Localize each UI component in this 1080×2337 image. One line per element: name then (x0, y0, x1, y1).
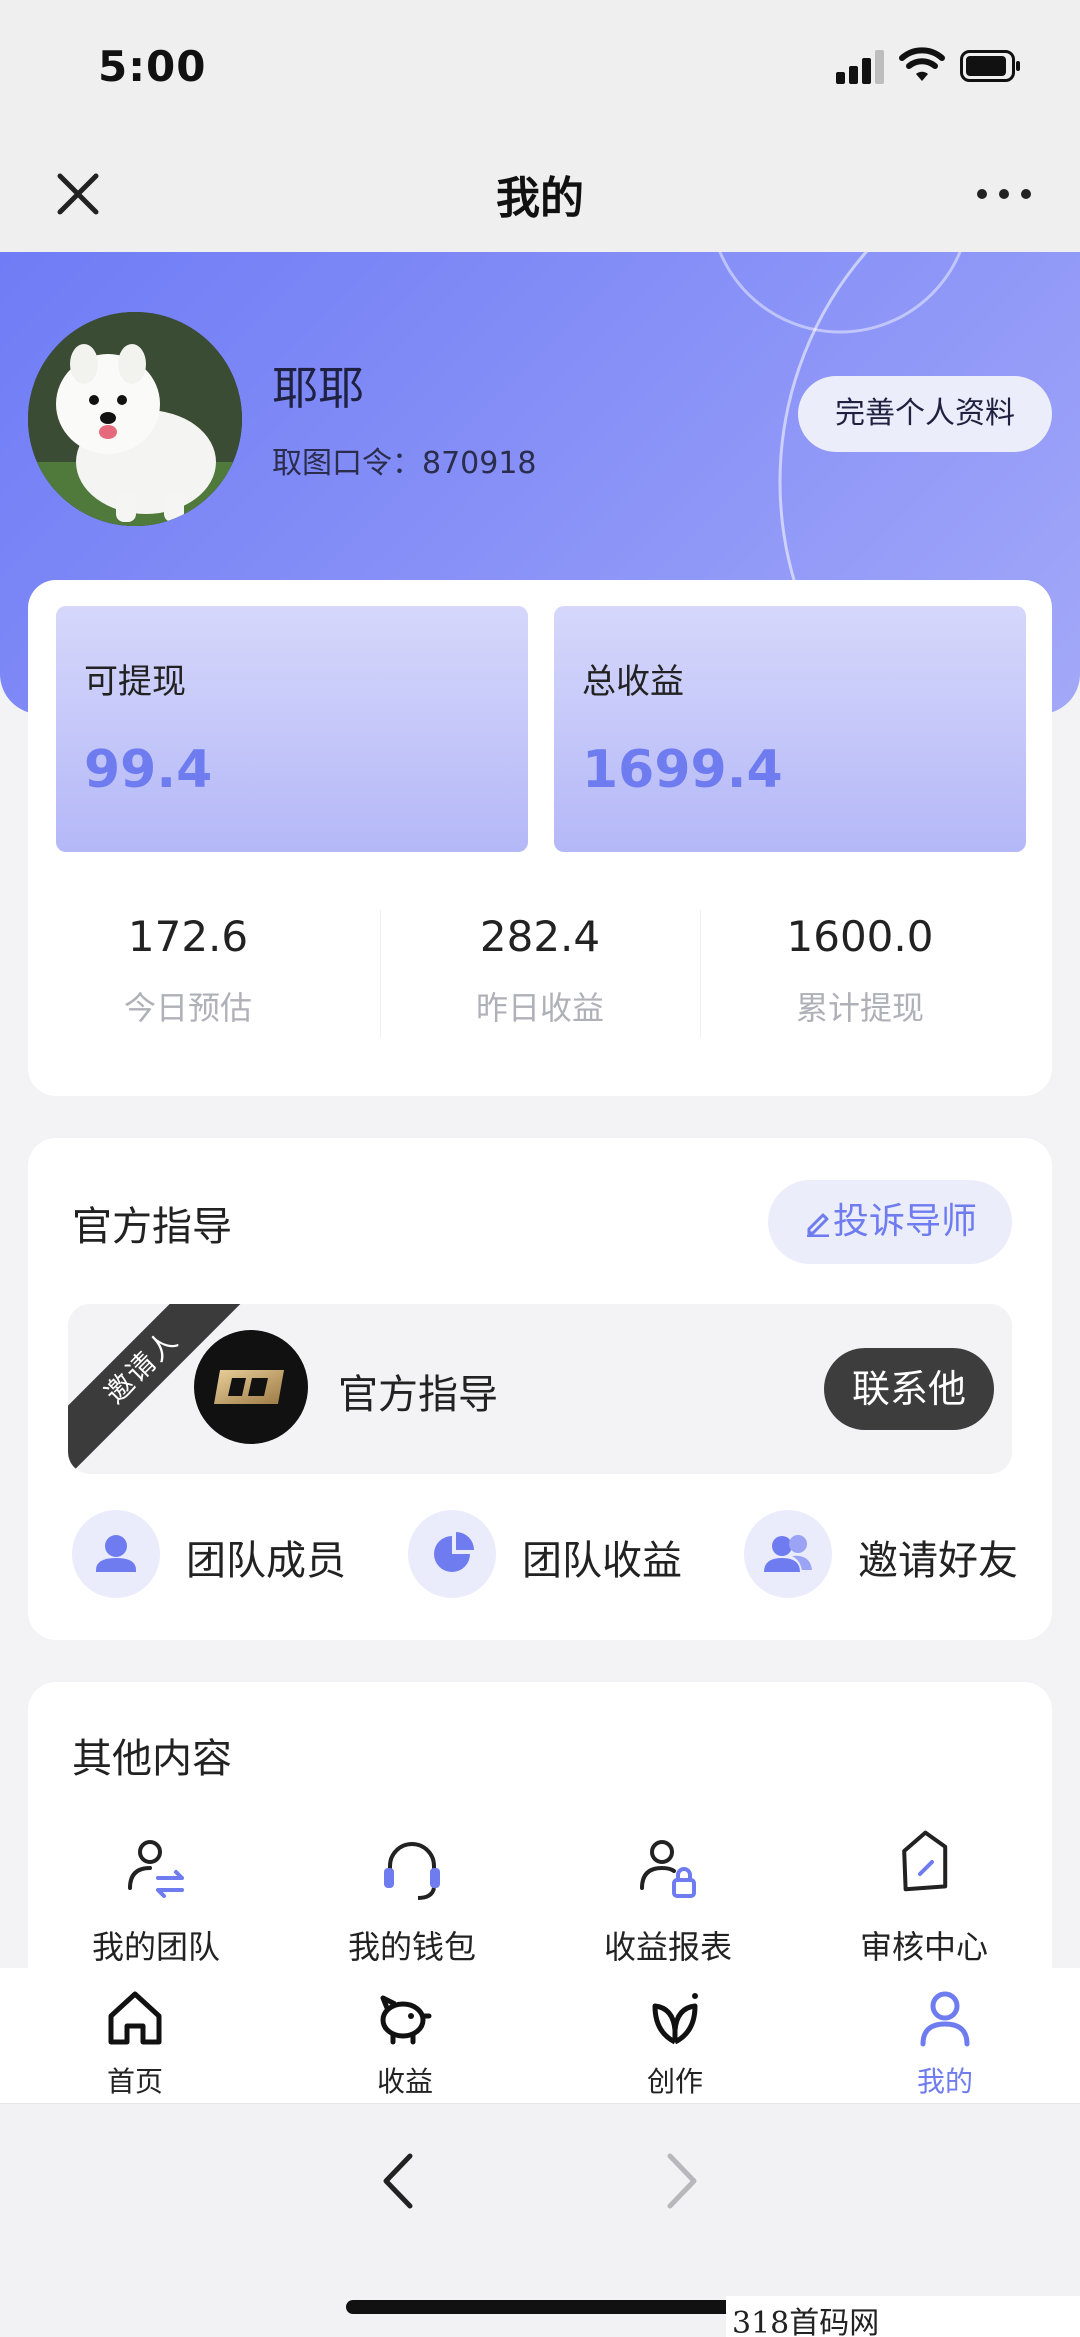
withdrawable-box[interactable]: 可提现 99.4 (56, 606, 528, 852)
edit-icon (806, 1213, 829, 1238)
complaint-mentor-button[interactable]: 投诉导师 (768, 1180, 1012, 1264)
mentor-row: 邀请人 官方指导 联系他 (68, 1304, 1012, 1474)
total-withdrawn-value: 1600.0 (786, 912, 934, 961)
wifi-icon (899, 47, 945, 81)
tab-home[interactable]: 首页 (0, 1986, 270, 2100)
avatar[interactable] (28, 312, 242, 526)
today-estimate-stat: 172.6 今日预估 (28, 912, 348, 1029)
my-wallet-item[interactable]: 我的钱包 (284, 1830, 540, 1968)
more-icon[interactable] (972, 166, 1036, 222)
tab-create[interactable]: 创作 (540, 1986, 810, 2100)
my-team-label: 我的团队 (91, 1928, 220, 1966)
total-withdrawn-stat: 1600.0 累计提现 (700, 912, 1020, 1029)
tab-income[interactable]: 收益 (270, 1986, 540, 2100)
home-icon (108, 1991, 162, 2045)
pickup-code: 取图口令：870918 (272, 438, 537, 482)
bottom-tab-bar: 首页 收益 创作 我的 (0, 1968, 1080, 2104)
review-center-label: 审核中心 (859, 1928, 988, 1966)
tab-mine-label: 我的 (916, 2065, 973, 2098)
person-icon (72, 1510, 160, 1598)
invite-friends-label: 邀请好友 (858, 1538, 1018, 1584)
total-income-box[interactable]: 总收益 1699.4 (554, 606, 1026, 852)
yesterday-income-label: 昨日收益 (475, 989, 604, 1027)
user-icon (920, 1991, 970, 2047)
review-center-item[interactable]: 审核中心 (796, 1830, 1052, 1968)
username: 耶耶 (272, 361, 364, 415)
income-report-label: 收益报表 (603, 1928, 732, 1966)
status-bar: 5:00 (0, 0, 1080, 140)
other-content-card: 其他内容 我的团队 我的钱包 收益报表 审核中心 (28, 1682, 1052, 2002)
back-arrow-icon[interactable] (372, 2146, 424, 2216)
home-indicator[interactable] (346, 2300, 734, 2314)
users-icon (744, 1510, 832, 1598)
complete-profile-button[interactable]: 完善个人资料 (798, 376, 1052, 452)
leaf-icon (652, 1993, 698, 2045)
mentor-logo (194, 1330, 308, 1444)
total-income-value: 1699.4 (582, 740, 783, 800)
my-team-item[interactable]: 我的团队 (28, 1830, 284, 1968)
title-bar: 我的 (0, 140, 1080, 252)
browser-nav-bar: 318首码网 www.e318.com (0, 2104, 1080, 2337)
user-lock-icon (640, 1840, 696, 1898)
tab-mine[interactable]: 我的 (810, 1986, 1080, 2100)
dog-avatar-image (28, 312, 242, 526)
withdrawable-label: 可提现 (84, 662, 186, 702)
cellular-signal-icon (836, 48, 884, 84)
earnings-card: 可提现 99.4 总收益 1699.4 172.6 今日预估 282.4 昨日收… (28, 580, 1052, 1096)
page-title: 我的 (496, 173, 584, 224)
pickup-code-label: 取图口令： (272, 446, 422, 481)
mentor-name: 官方指导 (338, 1372, 498, 1418)
tab-home-label: 首页 (106, 2065, 163, 2098)
withdrawable-value: 99.4 (84, 740, 213, 800)
complaint-mentor-label: 投诉导师 (832, 1201, 977, 1242)
team-income-label: 团队收益 (522, 1538, 682, 1584)
team-transfer-icon (128, 1840, 184, 1898)
team-members-label: 团队成员 (186, 1538, 346, 1584)
contact-button[interactable]: 联系他 (824, 1348, 994, 1430)
income-report-item[interactable]: 收益报表 (540, 1830, 796, 1968)
section-title-other: 其他内容 (72, 1736, 232, 1782)
watermark: 318首码网 www.e318.com (726, 2296, 1080, 2337)
pie-chart-icon (408, 1510, 496, 1598)
yesterday-income-value: 282.4 (479, 912, 601, 961)
yesterday-income-stat: 282.4 昨日收益 (380, 912, 700, 1029)
my-wallet-label: 我的钱包 (347, 1928, 476, 1966)
battery-icon (960, 50, 1020, 82)
headset-icon (384, 1842, 440, 1900)
piggy-bank-icon (380, 1995, 432, 2045)
tab-create-label: 创作 (646, 2065, 703, 2098)
total-income-label: 总收益 (582, 662, 684, 702)
tag-icon (902, 1830, 948, 1892)
status-time: 5:00 (98, 42, 207, 91)
section-title-guide: 官方指导 (72, 1204, 232, 1250)
pickup-code-value: 870918 (422, 446, 537, 481)
today-estimate-value: 172.6 (127, 912, 249, 961)
forward-arrow-icon[interactable] (656, 2146, 708, 2216)
tab-income-label: 收益 (376, 2065, 433, 2098)
official-guide-card: 官方指导 投诉导师 邀请人 官方指导 联系他 团队成员 团队收益 邀请好友 (28, 1138, 1052, 1640)
today-estimate-label: 今日预估 (123, 989, 252, 1027)
total-withdrawn-label: 累计提现 (795, 989, 924, 1027)
